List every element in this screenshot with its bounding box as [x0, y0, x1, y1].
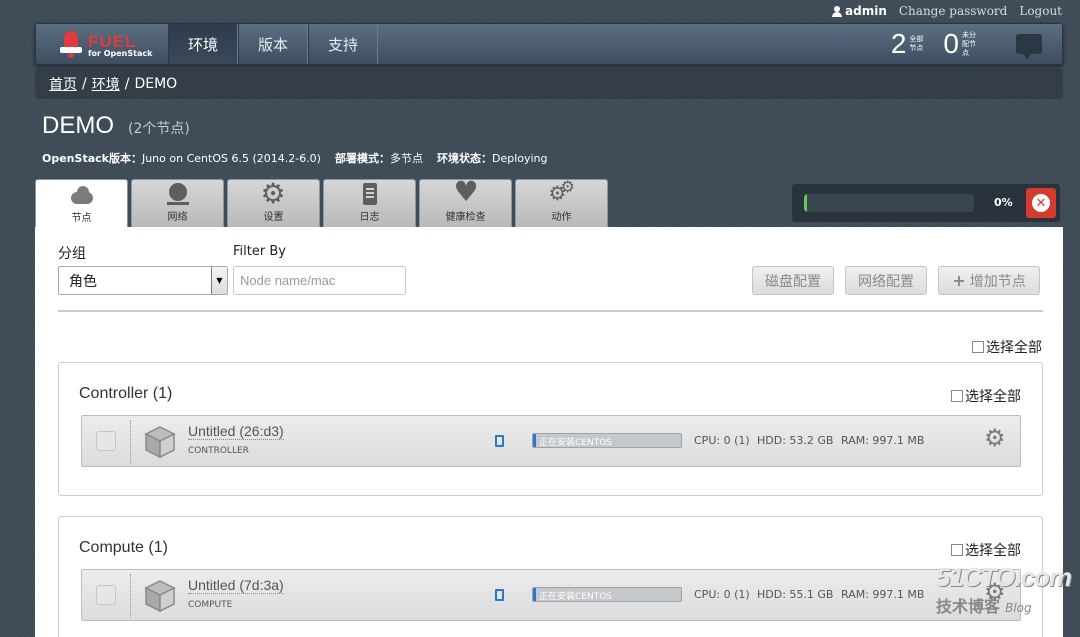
close-icon: ✕	[1032, 194, 1050, 212]
tab-settings[interactable]: 设置	[227, 177, 320, 227]
node-name[interactable]: Untitled (26:d3)	[188, 423, 284, 440]
chevron-down-icon[interactable]: ▼	[211, 267, 227, 294]
tab-network[interactable]: 网络	[131, 179, 224, 227]
node-progress-bar: 正在安装CENTOS	[532, 587, 682, 602]
env-version: Juno on CentOS 6.5 (2014.2-6.0)	[141, 152, 321, 165]
stat-unallocated-nodes: 0 未分配节点	[943, 28, 976, 59]
node-ram: RAM: 997.1 MB	[841, 434, 925, 447]
file-icon[interactable]	[495, 589, 504, 601]
breadcrumb-current: DEMO	[134, 76, 178, 92]
env-status: Deploying	[491, 152, 548, 165]
group-title: Compute (1)	[79, 539, 168, 556]
logout-link[interactable]: Logout	[1019, 4, 1062, 18]
node-ram: RAM: 997.1 MB	[841, 588, 925, 601]
file-icon[interactable]	[495, 435, 504, 447]
node-hdd: HDD: 55.1 GB	[757, 588, 834, 601]
heart-icon	[453, 175, 479, 208]
gear-icon[interactable]: ⚙	[984, 426, 1006, 450]
node-hdd: HDD: 53.2 GB	[757, 434, 834, 447]
stop-deployment-button[interactable]: ✕	[1026, 188, 1056, 218]
site-watermark: 51CTO.com 技术博客 Blog	[936, 562, 1072, 622]
watermark-site: 51CTO.com	[936, 562, 1072, 592]
env-meta: OpenStack版本：Juno on CentOS 6.5 (2014.2-6…	[42, 152, 548, 165]
logo-subtitle: for OpenStack	[88, 48, 153, 58]
globe-icon	[165, 183, 191, 205]
env-name[interactable]: DEMO	[42, 112, 114, 140]
env-header: DEMO (2个节点)	[42, 112, 190, 140]
node-group-compute: Compute (1) 选择全部 Untitled (7d:3a) COMPUT…	[58, 516, 1043, 637]
watermark-cn: 技术博客	[936, 597, 1001, 616]
node-role: CONTROLLER	[188, 446, 249, 456]
change-password-link[interactable]: Change password	[899, 4, 1007, 18]
logo-title: FUEL	[88, 31, 137, 51]
node-role: COMPUTE	[188, 600, 233, 610]
select-all-nodes[interactable]: 选择全部	[972, 337, 1042, 357]
notifications-icon[interactable]	[1016, 34, 1042, 59]
env-tabs: 节点 网络 设置 日志 健康检查 动作	[35, 175, 608, 228]
nav-tab-support[interactable]: 支持	[308, 24, 378, 64]
gear-icon	[261, 177, 287, 210]
stat-total-nodes: 2 全部节点	[890, 28, 924, 59]
disk-config-button[interactable]: 磁盘配置	[752, 266, 834, 295]
divider	[58, 310, 1043, 312]
group-title: Controller (1)	[79, 385, 173, 402]
watermark-blog: Blog	[1005, 601, 1032, 615]
plus-icon: +	[952, 271, 966, 290]
group-select-all-checkbox[interactable]	[951, 390, 963, 402]
group-select-all[interactable]: 选择全部	[951, 540, 1021, 560]
breadcrumb-home[interactable]: 首页	[49, 74, 77, 94]
username: admin	[845, 4, 887, 18]
node-progress-bar: 正在安装CENTOS	[532, 433, 682, 448]
group-by-select[interactable]: 角色 ▼	[58, 266, 228, 295]
env-node-count: (2个节点)	[128, 121, 190, 137]
group-by-label: 分组	[58, 246, 86, 262]
user-bar: admin Change password Logout	[832, 4, 1062, 18]
node-group-controller: Controller (1) 选择全部 Untitled (26:d3) CON…	[58, 362, 1043, 496]
select-all-checkbox[interactable]	[972, 341, 984, 353]
tab-health-check[interactable]: 健康检查	[419, 175, 512, 227]
tab-logs[interactable]: 日志	[323, 179, 416, 227]
network-config-button[interactable]: 网络配置	[845, 266, 927, 295]
clipboard-icon	[357, 183, 383, 205]
main-nav: 环境 版本 支持	[168, 24, 378, 64]
node-progress-fill	[533, 434, 536, 447]
node-cpu: CPU: 0 (1)	[694, 434, 750, 447]
node-name[interactable]: Untitled (7d:3a)	[188, 577, 284, 594]
navbar: FUEL for OpenStack 环境 版本 支持 2 全部节点 0 未分配…	[35, 23, 1063, 65]
group-select-all[interactable]: 选择全部	[951, 386, 1021, 406]
fuel-logo[interactable]: FUEL for OpenStack	[58, 28, 168, 62]
deployment-progress: 0% ✕	[792, 184, 1060, 222]
group-select-all-checkbox[interactable]	[951, 544, 963, 556]
filter-input[interactable]	[233, 266, 406, 295]
node-row[interactable]: Untitled (7d:3a) COMPUTE 正在安装CENTOS CPU:…	[81, 569, 1021, 621]
env-mode: 多节点	[389, 152, 423, 165]
nav-tab-releases[interactable]: 版本	[238, 24, 308, 64]
node-row[interactable]: Untitled (26:d3) CONTROLLER 正在安装CENTOS C…	[81, 415, 1021, 467]
current-user[interactable]: admin	[832, 4, 887, 18]
tab-actions[interactable]: 动作	[515, 177, 608, 227]
node-status: 正在安装CENTOS	[539, 592, 612, 602]
node-stats: 2 全部节点 0 未分配节点	[891, 26, 982, 62]
deployment-progress-fill	[804, 194, 808, 212]
user-icon	[832, 5, 843, 17]
breadcrumb-environments[interactable]: 环境	[92, 74, 120, 94]
fuel-bell-icon	[58, 31, 84, 59]
breadcrumb: 首页 / 环境 / DEMO	[35, 69, 1063, 99]
filter-label: Filter By	[233, 244, 286, 259]
nodes-panel: 分组 Filter By 角色 ▼ 磁盘配置 网络配置 + 增加节点 选择全部 …	[35, 227, 1063, 637]
tab-nodes[interactable]: 节点	[35, 179, 128, 228]
cloud-icon	[69, 184, 95, 206]
server-cube-icon	[144, 580, 176, 613]
add-nodes-button[interactable]: + 增加节点	[938, 266, 1040, 295]
server-cube-icon	[144, 426, 176, 459]
node-progress-fill	[533, 588, 536, 601]
deployment-progress-bar	[804, 194, 974, 212]
node-checkbox[interactable]	[96, 585, 116, 605]
deployment-progress-percent: 0%	[994, 196, 1013, 209]
node-status: 正在安装CENTOS	[539, 438, 612, 448]
node-cpu: CPU: 0 (1)	[694, 588, 750, 601]
node-checkbox[interactable]	[96, 431, 116, 451]
gears-icon	[549, 177, 575, 205]
nav-tab-environments[interactable]: 环境	[168, 24, 238, 64]
